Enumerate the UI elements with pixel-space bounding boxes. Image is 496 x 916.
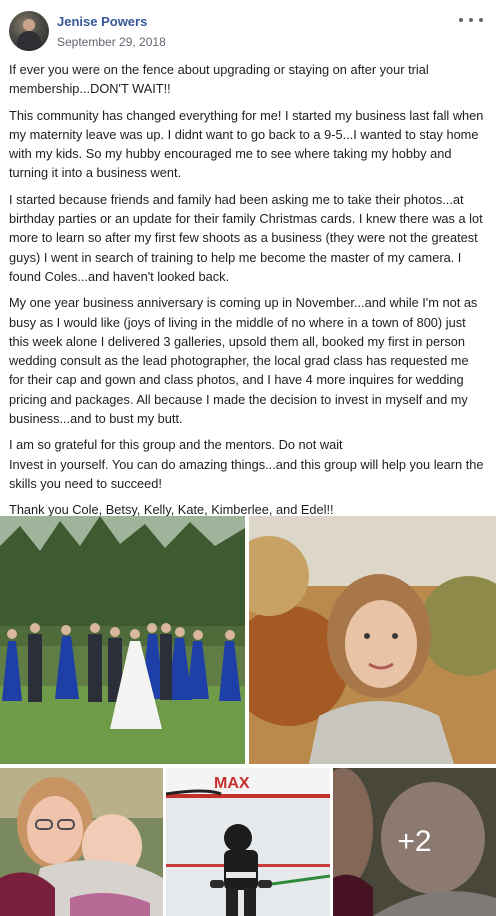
svg-text:MAX: MAX bbox=[214, 775, 250, 792]
post-paragraph: This community has changed everything fo… bbox=[9, 107, 484, 181]
post-header: Jenise Powers September 29, 2018 bbox=[9, 9, 487, 53]
author-name[interactable]: Jenise Powers bbox=[57, 14, 147, 29]
post-paragraph: I started because friends and family had… bbox=[9, 191, 483, 284]
post-paragraph: I am so grateful for this group and the … bbox=[9, 437, 343, 453]
post-text: If ever you were on the fence about upgr… bbox=[9, 60, 487, 527]
photo-grid: MAX +2 bbox=[0, 516, 496, 916]
photo-girl-portrait[interactable] bbox=[249, 516, 496, 764]
avatar-body bbox=[17, 31, 41, 51]
post-paragraph: If ever you were on the fence about upgr… bbox=[9, 62, 429, 97]
photo-mother-baby[interactable] bbox=[0, 768, 163, 916]
post-paragraph: My one year business anniversary is comi… bbox=[9, 295, 478, 427]
more-options-icon[interactable] bbox=[459, 13, 483, 27]
photo-baby-more[interactable]: +2 bbox=[333, 768, 496, 916]
more-photos-overlay[interactable]: +2 bbox=[333, 768, 496, 916]
avatar-face bbox=[23, 19, 35, 31]
photo-wedding-party[interactable] bbox=[0, 516, 245, 764]
post-timestamp[interactable]: September 29, 2018 bbox=[57, 35, 166, 49]
photo-hockey-player[interactable]: MAX bbox=[166, 768, 330, 916]
avatar[interactable] bbox=[9, 11, 49, 51]
post-paragraph: Invest in yourself. You can do amazing t… bbox=[9, 456, 484, 491]
